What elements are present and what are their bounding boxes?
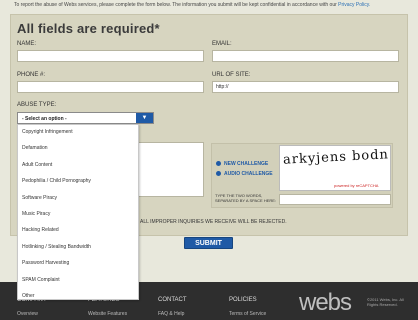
form-heading: All fields are required* [17,21,160,36]
footer-overview-link[interactable]: Overview [17,311,38,317]
abuse-option[interactable]: Hotlinking / Stealing Bandwidth [18,240,138,256]
captcha-input[interactable] [279,194,391,205]
abuse-option[interactable]: Password Harvesting [18,256,138,272]
abuse-option[interactable]: Software Piracy [18,191,138,207]
abuse-type-dropdown: Copyright Infringement Defamation Adult Co… [17,124,139,300]
abuse-type-select[interactable]: - Select an option - ▼ [17,112,154,124]
footer-policies-title: POLICIES [229,297,257,303]
footer-terms-link[interactable]: Terms of Service [229,311,266,317]
footer-contact-title: CONTACT [158,297,187,303]
description-textarea[interactable] [138,142,204,197]
new-challenge-link[interactable]: NEW CHALLENGE [224,161,268,167]
abuse-option[interactable]: Copyright Infringement [18,125,138,141]
abuse-option[interactable]: Pedophilia / Child Pornography [18,174,138,190]
copyright-text: ©2011 Webs, Inc. All Rights Reserved. [367,297,404,307]
intro-message: To report the abuse of Webs services, pl… [14,2,337,8]
footer-website-features-link[interactable]: Website Features [88,311,127,317]
abuse-option[interactable]: Other [18,289,138,305]
url-label: URL OF SITE: [212,72,251,78]
footer-faq-link[interactable]: FAQ & Help [158,311,184,317]
captcha-instruction: TYPE THE TWO WORDS, SEPARATED BY A SPACE… [215,193,277,203]
chevron-down-icon[interactable]: ▼ [136,113,153,123]
name-field[interactable] [17,50,204,62]
email-label: EMAIL: [212,41,232,47]
phone-field[interactable] [17,81,204,93]
url-field[interactable]: http:// [212,81,399,93]
audio-icon[interactable] [216,171,221,176]
email-field[interactable] [212,50,399,62]
refresh-icon[interactable] [216,161,221,166]
audio-challenge-link[interactable]: AUDIO CHALLENGE [224,171,273,177]
abuse-type-selected: - Select an option - [22,116,67,122]
submit-button[interactable]: SUBMIT [184,237,233,249]
webs-logo[interactable]: webs [299,289,352,317]
recaptcha-credit: powered by reCAPTCHA [334,183,379,188]
abuse-type-label: ABUSE TYPE: [17,102,57,108]
intro-text: To report the abuse of Webs services, pl… [14,2,414,8]
rejection-notice: ALL IMPROPER INQUIRIES WE RECEIVE WILL B… [140,219,287,225]
privacy-policy-link[interactable]: Privacy Policy. [338,2,370,8]
phone-label: PHONE #: [17,72,46,78]
abuse-option[interactable]: Defamation [18,141,138,157]
abuse-option[interactable]: Hacking Related [18,223,138,239]
abuse-option[interactable]: SPAM Complaint [18,273,138,289]
abuse-option[interactable]: Music Piracy [18,207,138,223]
abuse-option[interactable]: Adult Content [18,158,138,174]
name-label: NAME: [17,41,37,47]
